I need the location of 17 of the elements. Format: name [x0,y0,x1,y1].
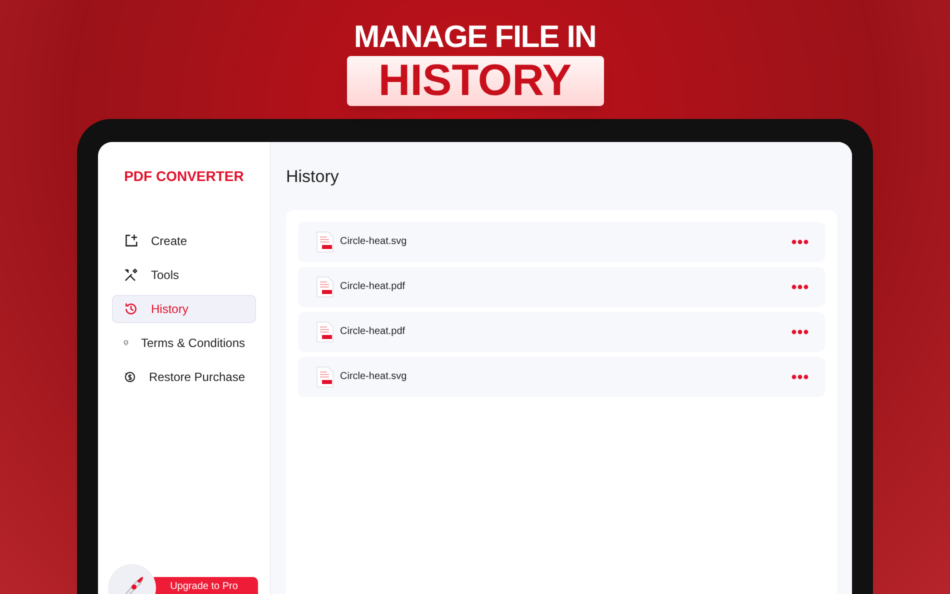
file-name: Circle-heat.pdf [340,280,406,294]
file-row[interactable]: Circle-heat.svg [298,356,825,396]
highlight-banner: HISTORY [346,56,604,106]
page-title: History [286,166,340,188]
file-row[interactable]: Circle-heat.pdf [298,266,825,306]
app-title: PDF CONVERTER [123,167,245,186]
file-row[interactable]: Circle-heat.pdf [298,312,825,352]
file-row[interactable]: Circle-heat.svg [298,222,825,262]
sidebar-item[interactable]: Restore Purchase [112,363,256,391]
sidebar-item[interactable]: Terms & Conditions [112,329,256,357]
headline: MANAGE FILE IN [354,20,596,54]
sidebar-item[interactable]: History [112,295,256,323]
file-name: Circle-heat.pdf [340,325,406,339]
file-name: Circle-heat.svg [340,370,408,384]
file-name: Circle-heat.svg [340,235,408,249]
sidebar-item[interactable]: Create [112,227,256,255]
sidebar-item[interactable]: Tools [112,261,256,289]
